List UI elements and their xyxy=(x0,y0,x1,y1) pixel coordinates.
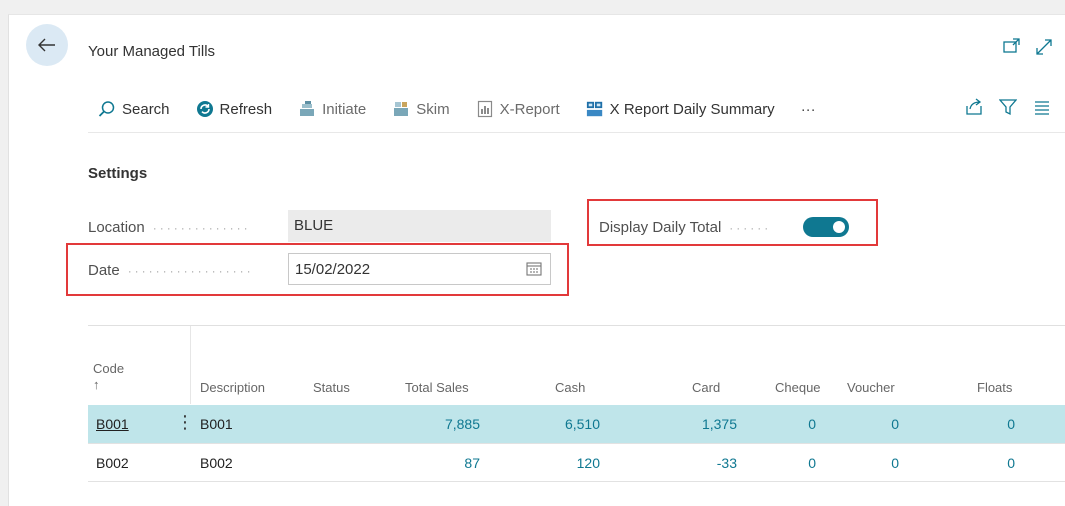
skim-button[interactable]: Skim xyxy=(392,100,450,118)
initiate-label: Initiate xyxy=(322,100,367,118)
row-total-sales[interactable]: 7,885 xyxy=(445,416,480,432)
x-report-label: X-Report xyxy=(499,100,560,118)
header-cash[interactable]: Cash xyxy=(555,380,585,395)
arrow-left-icon xyxy=(38,38,55,52)
row-description: B001 xyxy=(200,416,233,432)
x-report-daily-label: X Report Daily Summary xyxy=(609,100,775,118)
header-total-sales[interactable]: Total Sales xyxy=(405,380,469,395)
row-floats[interactable]: 0 xyxy=(1007,416,1015,432)
leader-dots: ·············· xyxy=(152,221,251,235)
header-code-label: Code xyxy=(93,361,125,376)
sort-ascending-icon: ↑ xyxy=(93,377,100,392)
header-description[interactable]: Description xyxy=(200,380,265,395)
header-card[interactable]: Card xyxy=(692,380,720,395)
page: Your Managed Tills Search Refresh Initia… xyxy=(0,0,1065,506)
row-voucher[interactable]: 0 xyxy=(891,455,899,471)
location-label-row: Location ·············· xyxy=(88,219,251,236)
row-cash[interactable]: 120 xyxy=(577,455,600,471)
settings-heading: Settings xyxy=(88,165,148,182)
display-daily-total-highlight-box xyxy=(587,199,878,246)
refresh-icon xyxy=(196,100,214,118)
refresh-label: Refresh xyxy=(219,100,273,118)
location-label: Location xyxy=(88,219,145,236)
skim-label: Skim xyxy=(416,100,450,118)
initiate-button[interactable]: Initiate xyxy=(298,100,366,118)
toolbar-divider xyxy=(88,132,1065,133)
refresh-button[interactable]: Refresh xyxy=(196,100,273,118)
header-cheque[interactable]: Cheque xyxy=(775,380,821,395)
back-button[interactable] xyxy=(26,24,68,66)
header-floats[interactable]: Floats xyxy=(977,380,1012,395)
list-view-icon[interactable] xyxy=(1033,98,1051,116)
row-actions-icon[interactable]: ⋮ xyxy=(176,412,194,433)
search-label: Search xyxy=(122,100,170,118)
daily-summary-icon xyxy=(586,100,604,118)
filter-icon[interactable] xyxy=(999,98,1017,116)
x-report-button[interactable]: X-Report xyxy=(476,100,560,118)
row-voucher[interactable]: 0 xyxy=(891,416,899,432)
table-row[interactable]: B002 B002 87 120 -33 0 0 0 xyxy=(88,444,1065,482)
share-icon[interactable] xyxy=(965,98,983,116)
expand-icon[interactable] xyxy=(1035,38,1053,56)
row-cash[interactable]: 6,510 xyxy=(565,416,600,432)
search-button[interactable]: Search xyxy=(98,100,170,118)
action-bar: Search Refresh Initiate Skim X-Report X … xyxy=(98,92,1065,126)
x-report-daily-summary-button[interactable]: X Report Daily Summary xyxy=(586,100,775,118)
row-code-link[interactable]: B002 xyxy=(96,455,129,471)
window-actions xyxy=(1003,38,1053,56)
header-code[interactable]: Code ↑ xyxy=(93,361,124,392)
report-icon xyxy=(476,100,494,118)
row-cheque[interactable]: 0 xyxy=(808,455,816,471)
row-card[interactable]: -33 xyxy=(717,455,737,471)
row-code-link[interactable]: B001 xyxy=(96,416,129,432)
search-icon xyxy=(98,100,116,118)
page-title: Your Managed Tills xyxy=(88,43,216,60)
row-card[interactable]: 1,375 xyxy=(702,416,737,432)
row-cheque[interactable]: 0 xyxy=(808,416,816,432)
skim-icon xyxy=(392,100,410,118)
row-total-sales[interactable]: 87 xyxy=(464,455,480,471)
date-highlight-box xyxy=(66,243,569,296)
list-actions xyxy=(965,98,1051,116)
header-status[interactable]: Status xyxy=(313,380,350,395)
ellipsis-icon: ··· xyxy=(800,100,816,118)
location-field[interactable]: BLUE xyxy=(288,210,551,242)
row-floats[interactable]: 0 xyxy=(1007,455,1015,471)
row-description: B002 xyxy=(200,455,233,471)
open-in-new-window-icon[interactable] xyxy=(1003,38,1021,54)
header-voucher[interactable]: Voucher xyxy=(847,380,895,395)
table-row[interactable]: B001 ⋮ B001 7,885 6,510 1,375 0 0 0 xyxy=(88,405,1065,443)
column-divider xyxy=(190,326,191,404)
more-actions-button[interactable]: ··· xyxy=(801,101,816,118)
initiate-icon xyxy=(298,100,316,118)
grid-top-border xyxy=(88,325,1065,326)
